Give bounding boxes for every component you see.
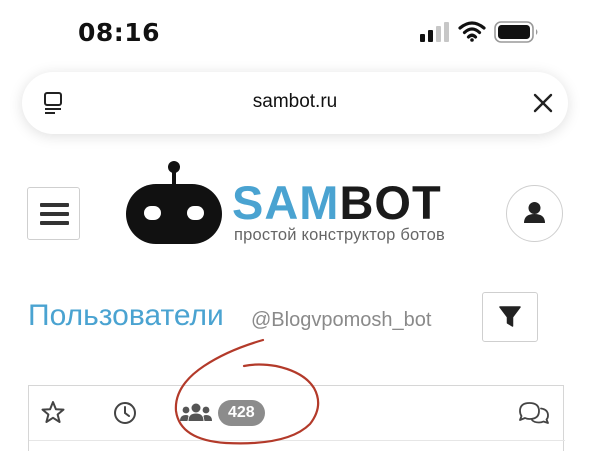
battery-icon bbox=[494, 21, 538, 43]
user-account-button[interactable] bbox=[506, 185, 563, 242]
logo-tagline: простой конструктор ботов bbox=[234, 226, 445, 244]
filter-button[interactable] bbox=[482, 292, 538, 342]
user-icon bbox=[524, 202, 545, 223]
page-title: Пользователи bbox=[28, 299, 224, 332]
users-tab-bar: 428 bbox=[28, 385, 565, 451]
users-count-badge: 428 bbox=[218, 400, 265, 426]
tab-recent[interactable] bbox=[111, 399, 139, 427]
users-icon bbox=[180, 403, 212, 421]
bot-handle: @Blogvpomosh_bot bbox=[251, 309, 432, 331]
filter-icon bbox=[499, 306, 521, 327]
menu-button[interactable] bbox=[27, 187, 80, 240]
status-time: 08:16 bbox=[78, 18, 161, 47]
clock-icon bbox=[114, 402, 136, 424]
logo-bot-text: BOT bbox=[339, 176, 442, 229]
tab-favorites[interactable] bbox=[39, 399, 67, 427]
robot-logo-icon bbox=[126, 161, 222, 244]
url-text[interactable]: sambot.ru bbox=[22, 91, 568, 113]
star-icon bbox=[41, 401, 65, 423]
logo-wordmark: SAMBOT bbox=[232, 178, 442, 228]
tab-users[interactable]: 428 bbox=[179, 399, 279, 427]
close-icon[interactable] bbox=[532, 92, 554, 114]
logo-sam-text: SAM bbox=[232, 176, 340, 229]
chat-icon bbox=[519, 402, 549, 424]
status-bar: 08:16 bbox=[0, 0, 590, 64]
wifi-icon bbox=[458, 21, 486, 42]
tab-divider bbox=[29, 440, 565, 441]
signal-icon bbox=[420, 22, 449, 42]
address-bar[interactable]: sambot.ru bbox=[22, 72, 568, 134]
sambot-logo[interactable]: SAMBOT простой конструктор ботов bbox=[124, 160, 474, 250]
tab-messages[interactable] bbox=[517, 399, 551, 427]
